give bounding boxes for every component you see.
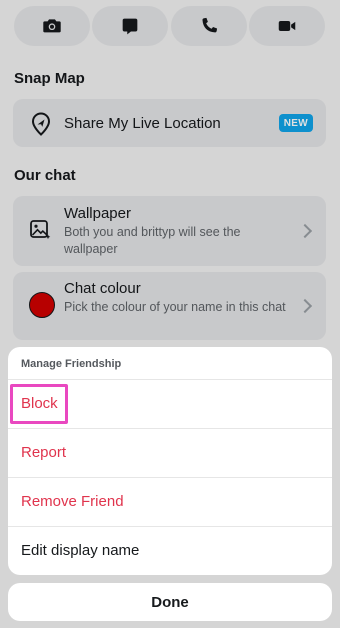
manage-friendship-sheet: Manage Friendship Block Report Remove Fr… bbox=[8, 347, 332, 575]
report-label: Report bbox=[21, 444, 67, 461]
block-highlight-box bbox=[10, 384, 68, 424]
edit-display-name-label: Edit display name bbox=[21, 542, 140, 559]
remove-friend-option[interactable]: Remove Friend bbox=[8, 478, 332, 527]
sheet-header: Manage Friendship bbox=[8, 347, 332, 380]
done-button[interactable]: Done bbox=[8, 583, 332, 621]
report-option[interactable]: Report bbox=[8, 429, 332, 478]
remove-friend-label: Remove Friend bbox=[21, 493, 124, 510]
sheet-title: Manage Friendship bbox=[21, 358, 122, 370]
edit-display-name-option[interactable]: Edit display name bbox=[8, 527, 332, 575]
